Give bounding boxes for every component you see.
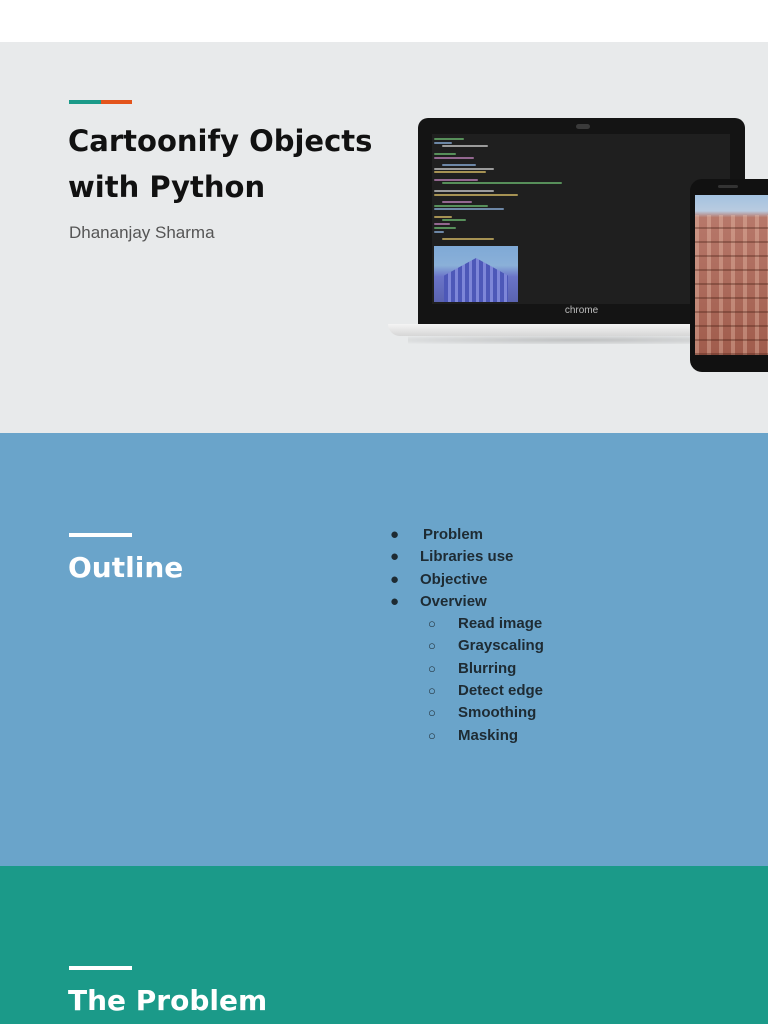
presentation-title: Cartoonify Objects with Python [68, 118, 388, 210]
laptop-camera [576, 124, 590, 129]
outline-subitem-label: Grayscaling [458, 637, 544, 655]
problem-accent-bar [69, 966, 132, 970]
code-line [442, 145, 488, 148]
title-slide: Cartoonify Objects with Python Dhananjay… [0, 42, 768, 433]
outline-item: ● Overview [390, 591, 544, 613]
sub-bullet-icon: ○ [428, 638, 436, 654]
outline-accent-bar [69, 533, 132, 537]
outline-subitem: ○ Read image [390, 613, 544, 635]
code-line [442, 200, 472, 203]
outline-list: ● Problem ● Libraries use ● Objective ● … [390, 524, 544, 747]
outline-subitem: ○ Grayscaling [390, 635, 544, 657]
code-line [434, 171, 486, 174]
palace-thumbnail [434, 246, 518, 302]
code-line [434, 156, 474, 159]
sub-bullet-icon: ○ [428, 660, 436, 676]
title-accent-bar [69, 100, 132, 104]
palace-facade-photo [695, 215, 768, 355]
palace-facade [444, 258, 508, 302]
sub-bullet-icon: ○ [428, 683, 436, 699]
code-line [434, 230, 444, 233]
code-line [434, 193, 518, 196]
accent-teal-segment [69, 100, 101, 104]
code-editor-screenshot [432, 134, 730, 304]
code-line [434, 178, 478, 181]
code-line [434, 189, 494, 192]
outline-subitem: ○ Masking [390, 725, 544, 747]
code-line [434, 138, 464, 140]
code-line [434, 152, 456, 155]
outline-subitem-label: Blurring [458, 659, 517, 677]
title-line-1: Cartoonify Objects [68, 124, 373, 158]
outline-subitem-label: Smoothing [458, 704, 537, 722]
code-line [434, 167, 494, 170]
author-name: Dhananjay Sharma [69, 223, 215, 242]
phone-image [690, 179, 768, 372]
problem-slide: The Problem [0, 866, 768, 1024]
outline-item-label: Problem [423, 526, 484, 543]
code-line [442, 219, 466, 222]
sub-bullet-icon: ○ [428, 616, 436, 632]
outline-title: Outline [68, 551, 184, 584]
outline-slide: Outline ● Problem ● Libraries use ● Obje… [0, 433, 768, 866]
title-line-2: with Python [68, 170, 266, 204]
code-line [434, 226, 456, 229]
outline-subitem-label: Detect edge [458, 682, 544, 700]
outline-subitem: ○ Detect edge [390, 680, 544, 702]
bullet-icon: ● [390, 570, 400, 588]
bullet-icon: ● [390, 592, 400, 610]
outline-subitem-label: Masking [458, 726, 519, 744]
code-line [434, 141, 452, 144]
bullet-icon: ● [390, 548, 400, 566]
outline-subitem: ○ Blurring [390, 658, 544, 680]
code-line [434, 223, 450, 226]
bullet-icon: ● [390, 526, 400, 543]
code-line [434, 215, 452, 218]
problem-title: The Problem [68, 984, 268, 1017]
sub-bullet-icon: ○ [428, 705, 436, 721]
code-line [434, 208, 504, 211]
code-line [442, 237, 494, 240]
outline-subitem-label: Read image [458, 615, 543, 633]
outline-item: ● Libraries use [390, 546, 544, 568]
outline-item: ● Objective [390, 569, 544, 591]
phone-screen-photo [695, 195, 768, 355]
outline-item-label: Overview [420, 592, 487, 610]
code-line [434, 204, 488, 207]
outline-item: ● Problem [390, 524, 544, 546]
code-line [442, 182, 562, 185]
accent-orange-segment [100, 100, 132, 104]
outline-item-label: Libraries use [420, 548, 514, 566]
outline-item-label: Objective [420, 570, 488, 588]
phone-speaker [718, 185, 738, 188]
sub-bullet-icon: ○ [428, 727, 436, 743]
code-line [442, 163, 476, 166]
outline-subitem: ○ Smoothing [390, 702, 544, 724]
